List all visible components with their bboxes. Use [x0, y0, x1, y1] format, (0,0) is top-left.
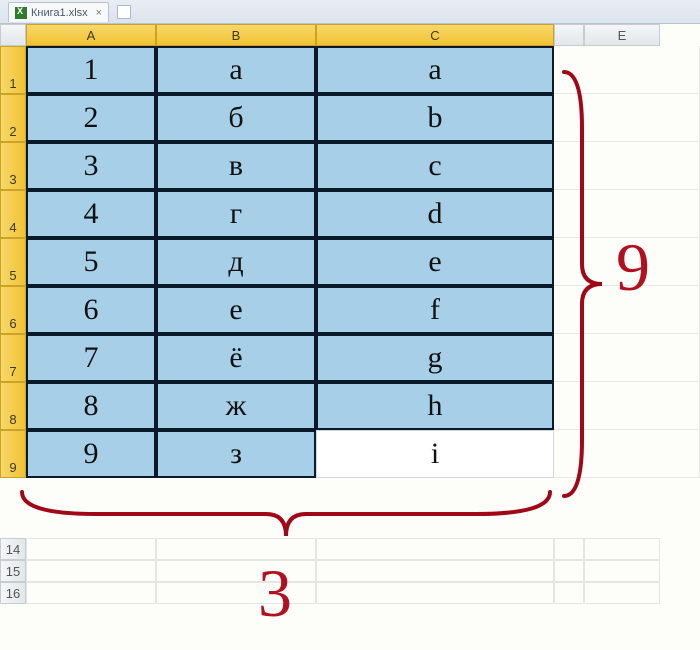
col-header-E[interactable]: E — [584, 24, 660, 46]
window-chrome: Книга1.xlsx × — [0, 0, 700, 24]
cell-A3[interactable]: 3 — [26, 142, 156, 190]
cell-A2[interactable]: 2 — [26, 94, 156, 142]
cell-C2[interactable]: b — [316, 94, 554, 142]
cell-C5[interactable]: e — [316, 238, 554, 286]
cell-A5[interactable]: 5 — [26, 238, 156, 286]
row-header-3[interactable]: 3 — [0, 142, 26, 190]
cell-C6[interactable]: f — [316, 286, 554, 334]
row-header-9[interactable]: 9 — [0, 430, 26, 478]
cell-A6[interactable]: 6 — [26, 286, 156, 334]
cell-C4[interactable]: d — [316, 190, 554, 238]
row-header-2[interactable]: 2 — [0, 94, 26, 142]
cell-A1[interactable]: 1 — [26, 46, 156, 94]
cell-blank[interactable] — [156, 560, 316, 582]
document-tabbar: Книга1.xlsx × — [8, 2, 131, 22]
cell-A4[interactable]: 4 — [26, 190, 156, 238]
new-document-icon[interactable] — [117, 5, 131, 19]
cell-B9[interactable]: з — [156, 430, 316, 478]
cell-blank[interactable] — [584, 560, 660, 582]
row-header-6[interactable]: 6 — [0, 286, 26, 334]
row-header-1[interactable]: 1 — [0, 46, 26, 94]
row-header-5[interactable]: 5 — [0, 238, 26, 286]
cell-blank[interactable] — [584, 582, 660, 604]
workbook-tab[interactable]: Книга1.xlsx × — [8, 2, 109, 22]
cell-A9[interactable]: 9 — [26, 430, 156, 478]
cell-B5[interactable]: д — [156, 238, 316, 286]
row-header-16[interactable]: 16 — [0, 582, 26, 604]
spreadsheet-area: A B C E 1 2 3 4 5 6 7 8 9 14 15 16 1 а a… — [0, 24, 700, 46]
cell-blank[interactable] — [316, 560, 554, 582]
row-header-15[interactable]: 15 — [0, 560, 26, 582]
cols-brace-annotation — [16, 486, 556, 550]
row-header-8[interactable]: 8 — [0, 382, 26, 430]
cell-B4[interactable]: г — [156, 190, 316, 238]
cell-B2[interactable]: б — [156, 94, 316, 142]
excel-icon — [15, 7, 27, 19]
cell-C7[interactable]: g — [316, 334, 554, 382]
rows-count-label: 9 — [616, 228, 650, 307]
cell-C9[interactable]: i — [316, 430, 554, 478]
cell-B7[interactable]: ё — [156, 334, 316, 382]
cell-C1[interactable]: a — [316, 46, 554, 94]
select-all-corner[interactable] — [0, 24, 26, 46]
cell-blank[interactable] — [156, 582, 316, 604]
col-header-D[interactable] — [554, 24, 584, 46]
cell-B1[interactable]: а — [156, 46, 316, 94]
column-headers: A B C E — [0, 24, 700, 46]
cell-blank[interactable] — [26, 560, 156, 582]
col-header-A[interactable]: A — [26, 24, 156, 46]
cell-A7[interactable]: 7 — [26, 334, 156, 382]
cell-blank[interactable] — [554, 560, 584, 582]
cols-count-label: 3 — [258, 554, 292, 633]
cell-A8[interactable]: 8 — [26, 382, 156, 430]
close-icon[interactable]: × — [96, 7, 102, 19]
cell-grid: 1 а a 2 б b 3 в c 4 г d 5 д e 6 е f — [26, 46, 554, 478]
cell-blank[interactable] — [26, 582, 156, 604]
rows-brace-annotation — [558, 68, 608, 500]
cell-C3[interactable]: c — [316, 142, 554, 190]
cell-B8[interactable]: ж — [156, 382, 316, 430]
cell-C8[interactable]: h — [316, 382, 554, 430]
cell-B6[interactable]: е — [156, 286, 316, 334]
workbook-tab-label: Книга1.xlsx — [31, 7, 88, 19]
cell-blank[interactable] — [584, 538, 660, 560]
cell-B3[interactable]: в — [156, 142, 316, 190]
cell-blank[interactable] — [316, 582, 554, 604]
cell-blank[interactable] — [554, 582, 584, 604]
row-header-4[interactable]: 4 — [0, 190, 26, 238]
col-header-B[interactable]: B — [156, 24, 316, 46]
row-header-7[interactable]: 7 — [0, 334, 26, 382]
col-header-C[interactable]: C — [316, 24, 554, 46]
cell-blank[interactable] — [554, 538, 584, 560]
